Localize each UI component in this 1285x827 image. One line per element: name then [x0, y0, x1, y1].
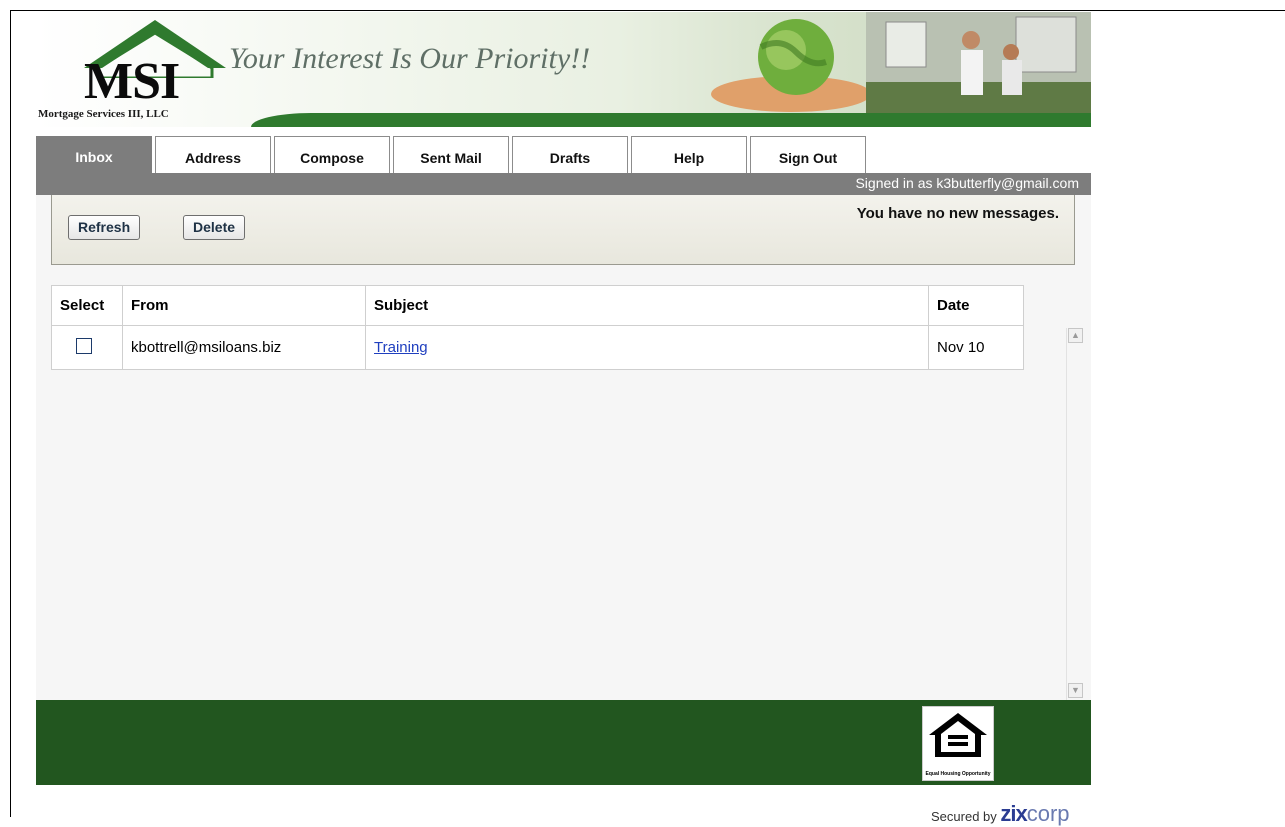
equal-housing-label: Equal Housing Opportunity [925, 771, 991, 777]
tab-inbox[interactable]: Inbox [36, 136, 152, 173]
house-photo-icon [866, 12, 1091, 113]
family-photo [866, 12, 1091, 113]
signin-bar: Signed in as k3butterfly@gmail.com [36, 173, 1091, 195]
new-messages-status: You have no new messages. [856, 205, 1059, 222]
table-row[interactable]: kbottrell@msiloans.biz Training Nov 10 [51, 325, 1024, 370]
page-frame-left [10, 10, 11, 817]
table-header-row: Select From Subject Date [51, 285, 1024, 326]
message-table: Select From Subject Date kbottrell@msilo… [51, 285, 1024, 370]
tab-sign-out[interactable]: Sign Out [750, 136, 866, 173]
banner-green-stripe [251, 113, 1091, 127]
column-header-select: Select [51, 285, 123, 326]
page-frame-top [10, 10, 1285, 11]
subject-link[interactable]: Training [374, 339, 428, 356]
footer-bar: Equal Housing Opportunity [36, 700, 1091, 785]
equal-housing-logo: Equal Housing Opportunity [922, 706, 994, 781]
scroll-down-icon[interactable]: ▼ [1068, 683, 1083, 698]
column-header-from: From [122, 285, 366, 326]
tab-address[interactable]: Address [155, 136, 271, 173]
tab-drafts[interactable]: Drafts [512, 136, 628, 173]
select-cell [51, 325, 123, 370]
tab-help[interactable]: Help [631, 136, 747, 173]
from-cell: kbottrell@msiloans.biz [122, 325, 366, 370]
inbox-toolbar: Refresh Delete You have no new messages. [51, 195, 1075, 265]
date-cell: Nov 10 [928, 325, 1024, 370]
globe-in-hand-image [711, 19, 871, 112]
subject-cell: Training [365, 325, 929, 370]
secured-by-zixcorp: Secured by zixcorp [931, 801, 1070, 827]
company-name: Mortgage Services III, LLC [38, 108, 169, 120]
scroll-up-icon[interactable]: ▲ [1068, 328, 1083, 343]
column-header-subject: Subject [365, 285, 929, 326]
tab-compose[interactable]: Compose [274, 136, 390, 173]
message-list-scrollbar[interactable]: ▲ ▼ [1066, 328, 1085, 700]
select-checkbox[interactable] [76, 337, 92, 354]
refresh-button[interactable]: Refresh [68, 215, 141, 240]
equal-housing-icon [929, 713, 987, 757]
header-banner: MSI Mortgage Services III, LLC Your Inte… [36, 12, 1091, 127]
tagline: Your Interest Is Our Priority!! [229, 42, 591, 75]
zix-logo-text: zix [1000, 801, 1027, 826]
msi-logo: MSI [84, 53, 180, 110]
tab-sent-mail[interactable]: Sent Mail [393, 136, 509, 173]
delete-button[interactable]: Delete [183, 215, 246, 240]
signed-in-status: Signed in as k3butterfly@gmail.com [855, 175, 1079, 191]
inbox-panel: Refresh Delete You have no new messages.… [36, 195, 1091, 700]
corp-logo-text: corp [1026, 801, 1070, 826]
column-header-date: Date [928, 285, 1024, 326]
